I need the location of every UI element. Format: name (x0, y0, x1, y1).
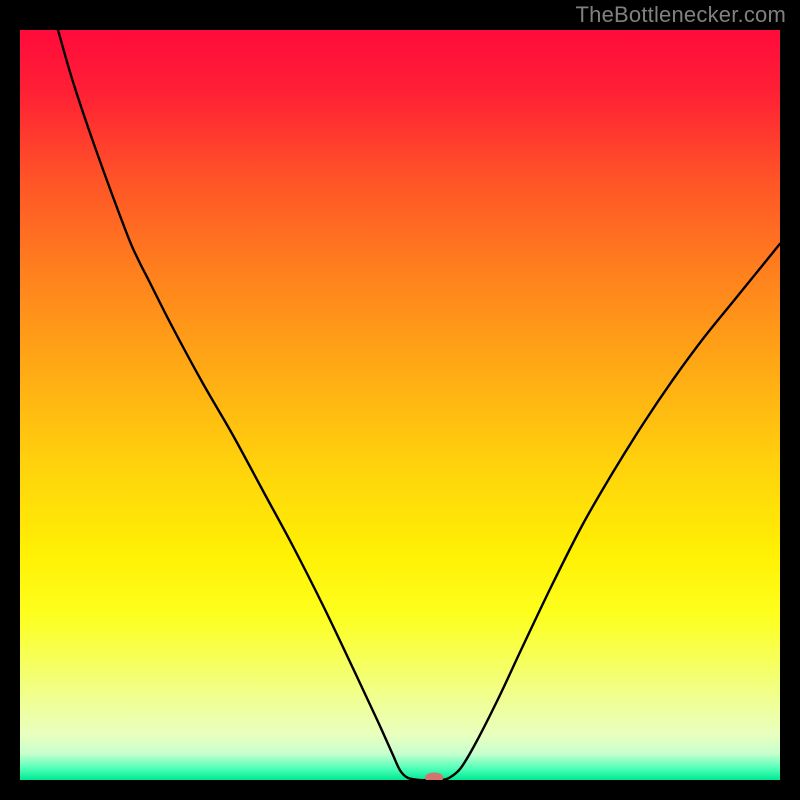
plot-area (20, 30, 780, 780)
bottleneck-chart (20, 30, 780, 780)
watermark-text: TheBottlenecker.com (576, 2, 786, 28)
gradient-background (20, 30, 780, 780)
chart-frame: TheBottlenecker.com (0, 0, 800, 800)
